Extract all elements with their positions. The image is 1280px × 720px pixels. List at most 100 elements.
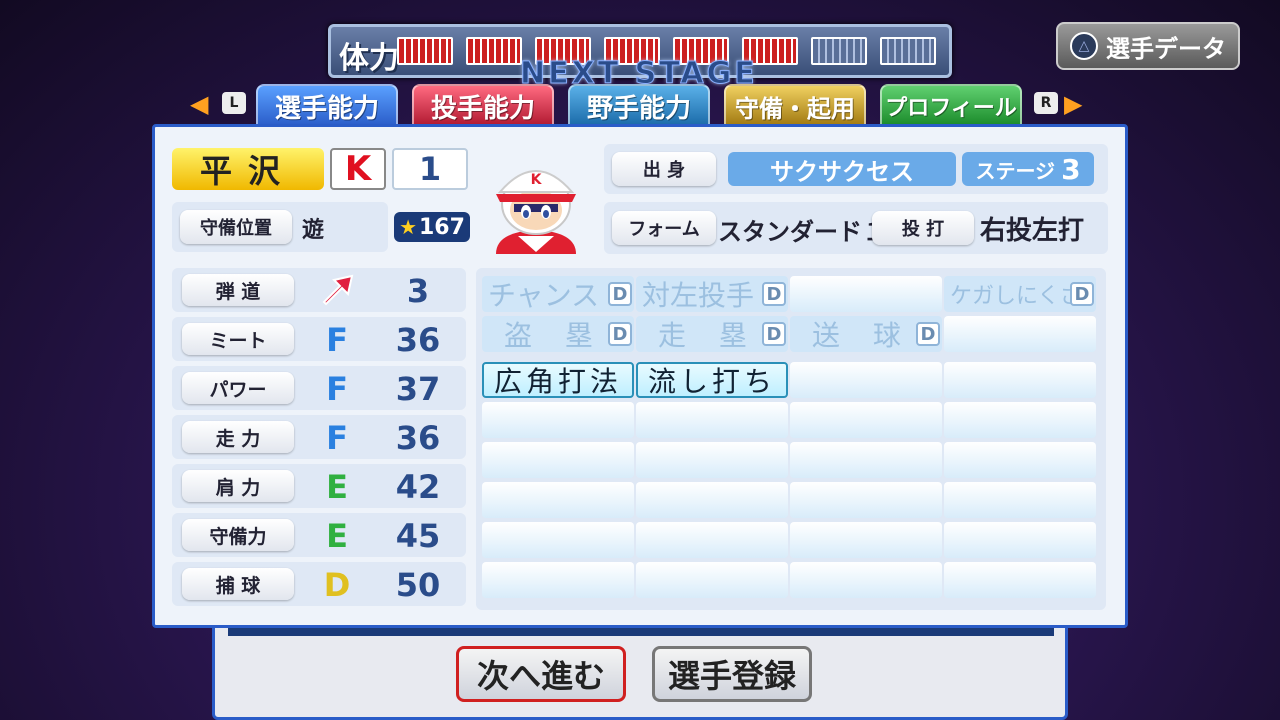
ability-cell-empty[interactable]: [944, 442, 1096, 478]
ability-cell-empty[interactable]: [944, 316, 1096, 352]
stage-box: ステージ 3: [962, 152, 1094, 186]
stat-label: パワー: [182, 372, 294, 404]
ability-cell[interactable]: 対左投手 D: [636, 276, 788, 312]
ability-cell-empty[interactable]: [944, 362, 1096, 398]
stat-label: 弾 道: [182, 274, 294, 306]
ability-grid: チャンス D 対左投手 D ケガしにくさ D 盗 塁 D 走 塁 D 送 球 D…: [476, 268, 1106, 610]
ability-cell-empty[interactable]: [482, 522, 634, 558]
ability-cell[interactable]: 送 球 D: [790, 316, 942, 352]
overall-badge: ★ 167: [394, 212, 470, 242]
position-label: 守備位置: [180, 210, 292, 244]
player-data-label: 選手データ: [1106, 34, 1226, 63]
svg-text:K: K: [531, 172, 543, 188]
ability-cell-empty[interactable]: [790, 562, 942, 598]
origin-label: 出 身: [612, 152, 716, 186]
ability-label: ケガしにくさ: [950, 284, 1082, 309]
tab-defense-usage[interactable]: 守備・起用: [724, 84, 866, 128]
ability-cell-empty[interactable]: [790, 442, 942, 478]
ability-cell-empty[interactable]: [944, 562, 1096, 598]
team-logo: K: [330, 148, 386, 190]
stat-grade: E: [326, 468, 348, 506]
stat-grade: E: [326, 517, 348, 555]
position-value: 遊: [302, 218, 325, 243]
ability-cell-empty[interactable]: [636, 442, 788, 478]
ability-grade: D: [608, 322, 632, 346]
ability-grade: D: [762, 322, 786, 346]
tab-fielder-ability[interactable]: 野手能力: [568, 84, 710, 128]
next-button[interactable]: 次へ進む: [456, 646, 626, 702]
overall-value: 167: [419, 214, 465, 240]
stat-value: 36: [395, 321, 441, 359]
ability-cell-empty[interactable]: [790, 362, 942, 398]
ability-cell-empty[interactable]: [482, 562, 634, 598]
ability-cell-empty[interactable]: [482, 482, 634, 518]
ability-cell[interactable]: ケガしにくさ D: [944, 276, 1096, 312]
l-key-icon: L: [222, 92, 246, 114]
ability-label: 走 塁: [658, 319, 759, 352]
ability-label: 盗 塁: [504, 319, 605, 352]
tab-player-ability[interactable]: 選手能力: [256, 84, 398, 128]
stamina-segment: [466, 37, 522, 65]
stat-grade: F: [326, 419, 348, 457]
trajectory-arrow-icon: [320, 274, 354, 310]
ability-cell-empty[interactable]: [636, 522, 788, 558]
special-ability-cell[interactable]: 広角打法: [482, 362, 634, 398]
ability-cell-empty[interactable]: [482, 442, 634, 478]
stat-grade: F: [326, 370, 348, 408]
bottom-panel: [212, 622, 1068, 720]
right-arrow-icon[interactable]: ▶: [1064, 90, 1082, 118]
stamina-segment: [880, 37, 936, 65]
ability-label: 対左投手: [642, 279, 755, 312]
origin-row: 出 身 サクサクセス ステージ 3: [604, 144, 1108, 194]
stat-value: 50: [395, 566, 441, 604]
stat-value: 45: [395, 517, 441, 555]
stat-row-speed: 走 力 F 36: [172, 415, 466, 459]
stamina-label: 体力: [339, 41, 399, 76]
ability-cell[interactable]: チャンス D: [482, 276, 634, 312]
stat-label: 守備力: [182, 519, 294, 551]
ability-cell-empty[interactable]: [636, 562, 788, 598]
ability-cell-empty[interactable]: [944, 402, 1096, 438]
stat-label: 捕 球: [182, 568, 294, 600]
stat-row-fielding: 守備力 E 45: [172, 513, 466, 557]
special-ability-cell[interactable]: 流し打ち: [636, 362, 788, 398]
ability-cell-empty[interactable]: [944, 482, 1096, 518]
stat-grade: D: [323, 566, 351, 604]
ability-cell-empty[interactable]: [790, 522, 942, 558]
stat-row-power: パワー F 37: [172, 366, 466, 410]
tab-profile[interactable]: プロフィール: [880, 84, 1022, 128]
stat-row-arm: 肩 力 E 42: [172, 464, 466, 508]
jersey-number: 1: [392, 148, 468, 190]
ability-cell-empty[interactable]: [790, 276, 942, 312]
ability-cell-empty[interactable]: [636, 402, 788, 438]
stat-value: 42: [395, 468, 441, 506]
throw-bat-label: 投 打: [872, 211, 974, 245]
register-button[interactable]: 選手登録: [652, 646, 812, 702]
stat-label: 肩 力: [182, 470, 294, 502]
stat-value: 37: [395, 370, 441, 408]
stat-value: 36: [395, 419, 441, 457]
ability-cell-empty[interactable]: [790, 402, 942, 438]
stat-label: ミート: [182, 323, 294, 355]
tab-pitcher-ability[interactable]: 投手能力: [412, 84, 554, 128]
form-label: フォーム: [612, 211, 716, 245]
player-data-button[interactable]: △ 選手データ: [1056, 22, 1240, 70]
ability-cell[interactable]: 盗 塁 D: [482, 316, 634, 352]
ability-cell-empty[interactable]: [636, 482, 788, 518]
origin-value: サクサクセス: [728, 152, 956, 186]
form-value: スタンダード１: [718, 218, 886, 246]
stat-row-catching: 捕 球 D 50: [172, 562, 466, 606]
form-row: フォーム スタンダード１ 投 打 右投左打: [604, 202, 1108, 254]
ability-grade: D: [916, 322, 940, 346]
left-arrow-icon[interactable]: ◀: [190, 90, 208, 118]
star-icon: ★: [399, 215, 417, 239]
stamina-segment: [811, 37, 867, 65]
ability-cell-empty[interactable]: [944, 522, 1096, 558]
stat-value: 3: [406, 272, 430, 310]
ability-cell[interactable]: 走 塁 D: [636, 316, 788, 352]
player-avatar: K: [476, 144, 596, 254]
stamina-segment: [397, 37, 453, 65]
ability-cell-empty[interactable]: [790, 482, 942, 518]
ability-cell-empty[interactable]: [482, 402, 634, 438]
position-box: 守備位置 遊: [172, 202, 388, 252]
